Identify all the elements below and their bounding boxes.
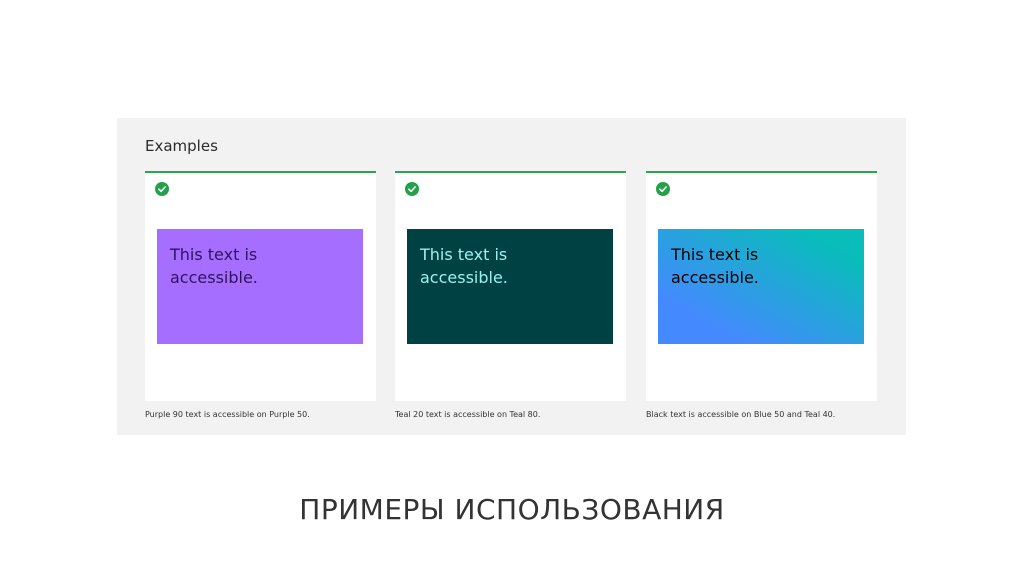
swatch-text: This text is accessible. (671, 245, 759, 287)
example-card-teal: This text is accessible. (395, 171, 626, 401)
slide-title: ПРИМЕРЫ ИСПОЛЬЗОВАНИЯ (299, 493, 725, 526)
swatch-text: This text is accessible. (420, 245, 508, 287)
swatch-text: This text is accessible. (170, 245, 258, 287)
color-swatch-teal: This text is accessible. (407, 229, 613, 344)
card-caption-gradient: Black text is accessible on Blue 50 and … (646, 410, 836, 419)
color-swatch-purple: This text is accessible. (157, 229, 363, 344)
examples-title: Examples (145, 137, 218, 155)
examples-panel: Examples This text is accessible. Purple… (117, 118, 906, 435)
example-card-gradient: This text is accessible. (646, 171, 877, 401)
check-circle-icon (155, 182, 169, 196)
card-caption-purple: Purple 90 text is accessible on Purple 5… (145, 410, 310, 419)
example-card-purple: This text is accessible. (145, 171, 376, 401)
check-circle-icon (405, 182, 419, 196)
check-circle-icon (656, 182, 670, 196)
card-caption-teal: Teal 20 text is accessible on Teal 80. (395, 410, 541, 419)
color-swatch-gradient: This text is accessible. (658, 229, 864, 344)
